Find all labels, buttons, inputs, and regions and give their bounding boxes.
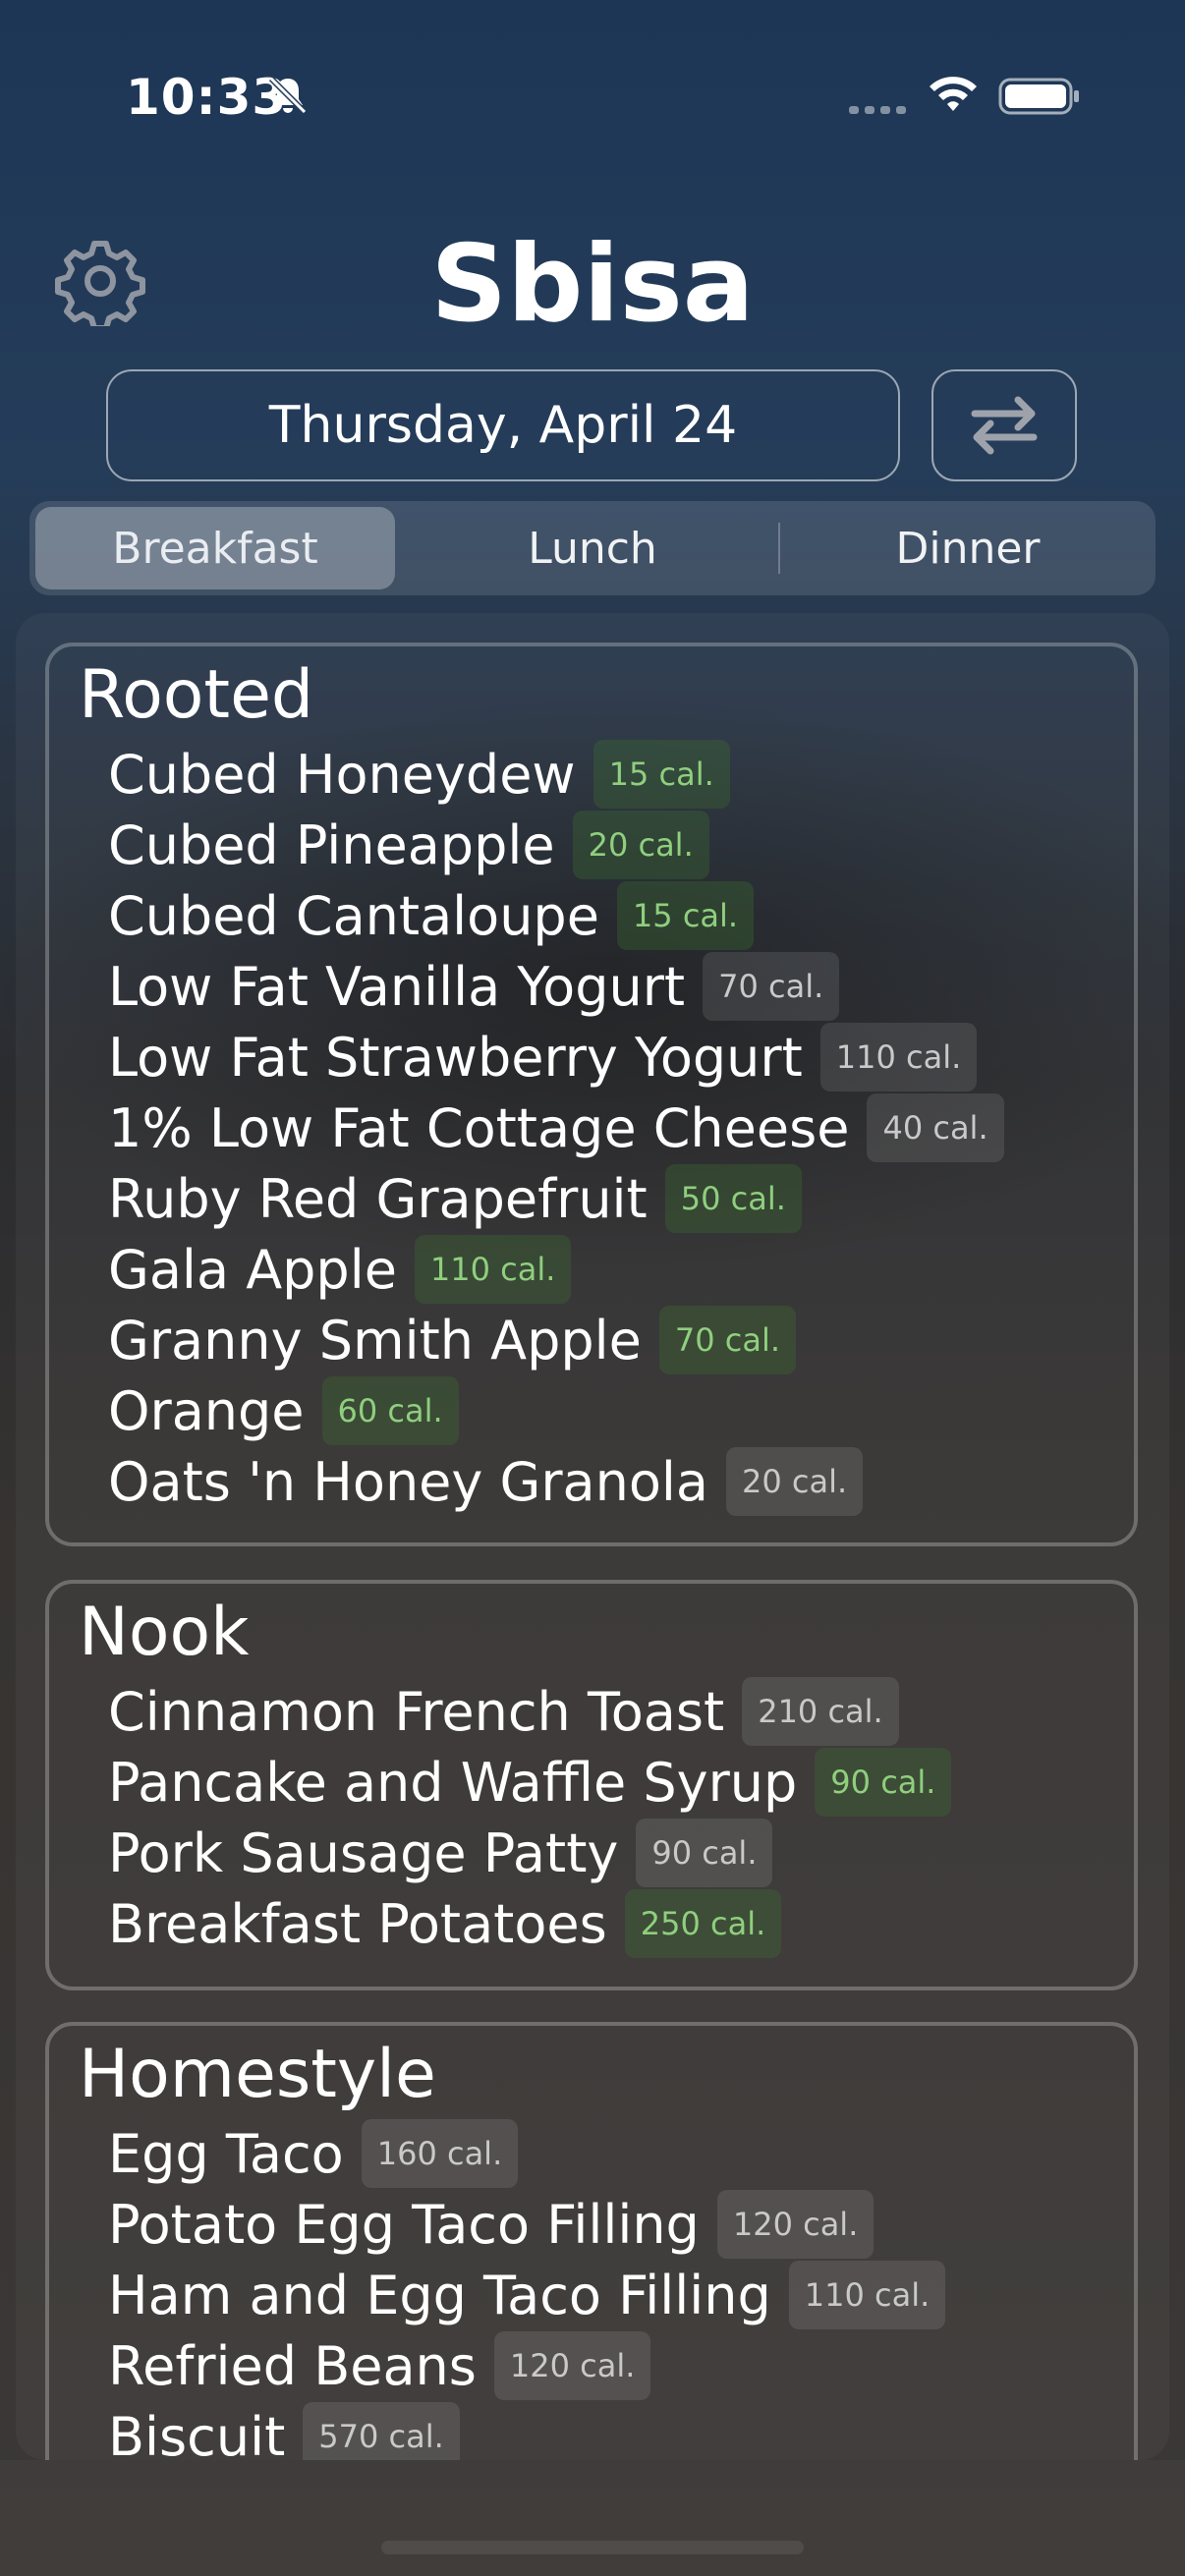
- item-name: Cinnamon French Toast: [108, 1680, 725, 1743]
- item-name: Pork Sausage Patty: [108, 1821, 619, 1884]
- list-item[interactable]: Refried Beans 120 cal.: [108, 2330, 651, 2401]
- item-name: Pancake and Waffle Syrup: [108, 1751, 798, 1814]
- page-title: Sbisa: [430, 223, 755, 346]
- list-item[interactable]: Orange 60 cal.: [108, 1375, 459, 1446]
- item-name: 1% Low Fat Cottage Cheese: [108, 1096, 850, 1159]
- wifi-icon: [930, 77, 977, 111]
- meal-segmented-control: Breakfast Lunch Dinner: [29, 501, 1156, 595]
- station-title: Homestyle: [79, 2036, 436, 2113]
- item-name: Orange: [108, 1379, 305, 1442]
- list-item[interactable]: Ruby Red Grapefruit 50 cal.: [108, 1163, 802, 1234]
- item-name: Cubed Honeydew: [108, 743, 576, 806]
- list-item[interactable]: Egg Taco 160 cal.: [108, 2118, 519, 2189]
- station-card-rooted: Rooted Cubed Honeydew 15 cal. Cubed Pinea…: [45, 643, 1138, 1546]
- item-name: Breakfast Potatoes: [108, 1892, 607, 1955]
- list-item[interactable]: Cubed Pineapple 20 cal.: [108, 810, 709, 880]
- calorie-badge: 15 cal.: [592, 740, 730, 809]
- list-item[interactable]: Ham and Egg Taco Filling 110 cal.: [108, 2260, 946, 2330]
- swap-dining-hall-button[interactable]: [931, 369, 1077, 481]
- cellular-dots-icon: [849, 106, 906, 114]
- list-item[interactable]: Low Fat Vanilla Yogurt 70 cal.: [108, 951, 840, 1022]
- calorie-badge: 90 cal.: [815, 1748, 952, 1817]
- list-item[interactable]: Oats 'n Honey Granola 20 cal.: [108, 1446, 864, 1517]
- item-name: Ham and Egg Taco Filling: [108, 2264, 771, 2326]
- item-name: Biscuit: [108, 2405, 286, 2461]
- station-card-homestyle: Homestyle Egg Taco 160 cal. Potato Egg Ta…: [45, 2022, 1138, 2460]
- list-item[interactable]: Potato Egg Taco Filling 120 cal.: [108, 2189, 875, 2260]
- calorie-badge: 20 cal.: [572, 811, 709, 879]
- calorie-badge: 50 cal.: [664, 1164, 802, 1233]
- calorie-badge: 40 cal.: [867, 1093, 1004, 1162]
- item-name: Cubed Pineapple: [108, 813, 555, 876]
- list-item[interactable]: Granny Smith Apple 70 cal.: [108, 1305, 797, 1375]
- item-name: Egg Taco: [108, 2122, 344, 2185]
- calorie-badge: 110 cal.: [788, 2261, 946, 2329]
- station-title: Rooted: [79, 656, 314, 734]
- item-name: Oats 'n Honey Granola: [108, 1450, 709, 1513]
- calorie-badge: 70 cal.: [658, 1306, 797, 1374]
- home-indicator: [381, 2541, 804, 2554]
- calorie-badge: 160 cal.: [361, 2119, 519, 2188]
- station-card-nook: Nook Cinnamon French Toast 210 cal. Panca…: [45, 1580, 1138, 1990]
- calorie-badge: 570 cal.: [303, 2402, 460, 2460]
- item-name: Ruby Red Grapefruit: [108, 1167, 648, 1230]
- bottom-bar: [0, 2460, 1185, 2576]
- tab-lunch[interactable]: Lunch: [413, 507, 772, 589]
- calorie-badge: 70 cal.: [703, 952, 840, 1021]
- tab-label: Lunch: [528, 523, 657, 574]
- item-name: Cubed Cantaloupe: [108, 884, 599, 947]
- list-item[interactable]: 1% Low Fat Cottage Cheese 40 cal.: [108, 1092, 1004, 1163]
- status-bar: 10:33: [0, 0, 1185, 196]
- list-item[interactable]: Breakfast Potatoes 250 cal.: [108, 1888, 782, 1959]
- calorie-badge: 210 cal.: [742, 1677, 899, 1746]
- calorie-badge: 110 cal.: [819, 1023, 978, 1092]
- list-item[interactable]: Gala Apple 110 cal.: [108, 1234, 572, 1305]
- item-name: Refried Beans: [108, 2334, 477, 2397]
- tab-label: Breakfast: [112, 523, 318, 574]
- list-item[interactable]: Low Fat Strawberry Yogurt 110 cal.: [108, 1022, 978, 1092]
- status-time: 10:33: [126, 69, 288, 126]
- station-title: Nook: [79, 1594, 250, 1671]
- arrows-swap-icon: [971, 396, 1038, 455]
- list-item[interactable]: Pork Sausage Patty 90 cal.: [108, 1818, 773, 1888]
- item-name: Gala Apple: [108, 1238, 397, 1301]
- item-name: Granny Smith Apple: [108, 1309, 642, 1372]
- list-item[interactable]: Cinnamon French Toast 210 cal.: [108, 1676, 899, 1747]
- calorie-badge: 120 cal.: [716, 2190, 875, 2259]
- calorie-badge: 60 cal.: [321, 1376, 459, 1445]
- calorie-badge: 15 cal.: [616, 881, 755, 950]
- calorie-badge: 120 cal.: [493, 2331, 651, 2400]
- item-name: Low Fat Strawberry Yogurt: [108, 1026, 803, 1089]
- menu-list[interactable]: Rooted Cubed Honeydew 15 cal. Cubed Pinea…: [16, 613, 1169, 2460]
- bell-slash-icon: [268, 76, 308, 115]
- list-item[interactable]: Cubed Honeydew 15 cal.: [108, 739, 730, 810]
- tab-dinner[interactable]: Dinner: [788, 507, 1148, 589]
- battery-icon: [998, 78, 1079, 115]
- item-name: Low Fat Vanilla Yogurt: [108, 955, 686, 1018]
- calorie-badge: 90 cal.: [636, 1819, 773, 1887]
- tab-label: Dinner: [895, 523, 1041, 574]
- calorie-badge: 20 cal.: [726, 1447, 864, 1516]
- tab-breakfast[interactable]: Breakfast: [35, 507, 395, 589]
- list-item[interactable]: Pancake and Waffle Syrup 90 cal.: [108, 1747, 952, 1818]
- date-label: Thursday, April 24: [268, 396, 738, 455]
- calorie-badge: 110 cal.: [414, 1235, 572, 1304]
- calorie-badge: 250 cal.: [624, 1889, 782, 1958]
- list-item[interactable]: Cubed Cantaloupe 15 cal.: [108, 880, 755, 951]
- item-name: Potato Egg Taco Filling: [108, 2193, 700, 2256]
- date-picker-button[interactable]: Thursday, April 24: [106, 369, 900, 481]
- list-item[interactable]: Biscuit 570 cal.: [108, 2401, 460, 2460]
- tab-divider: [778, 523, 780, 574]
